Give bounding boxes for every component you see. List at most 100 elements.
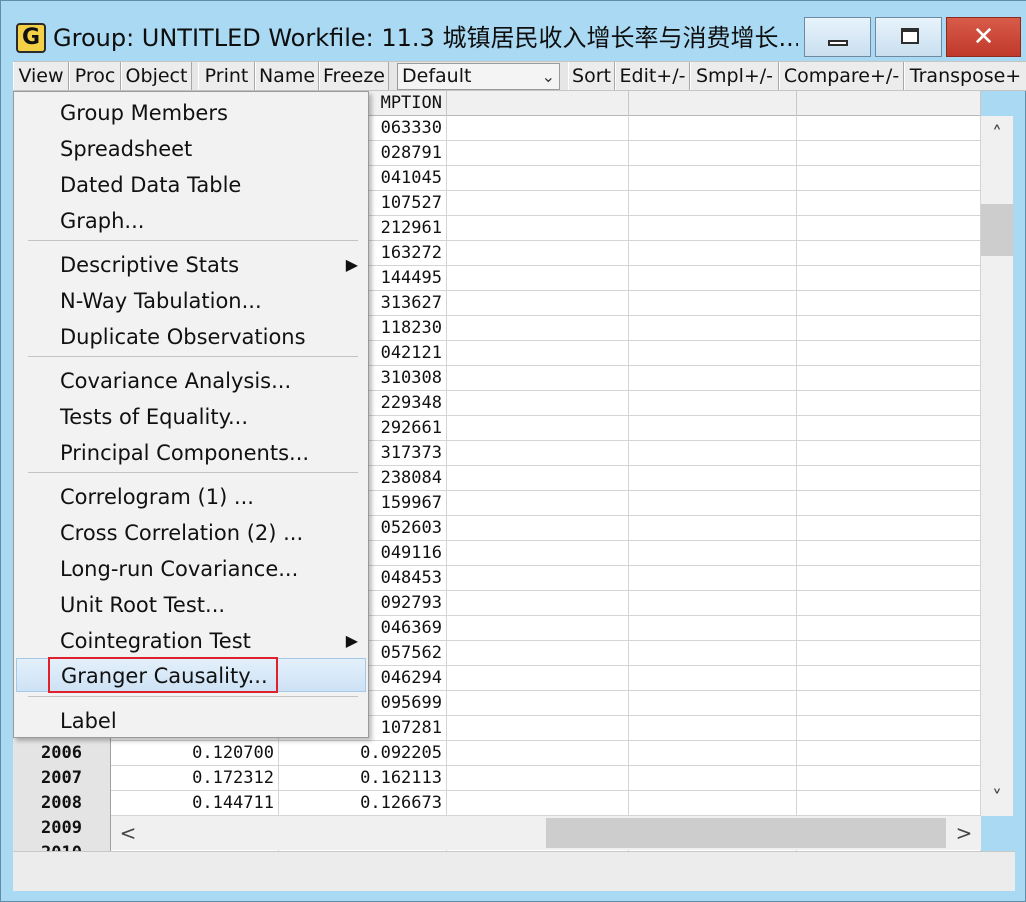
table-cell[interactable] bbox=[447, 391, 629, 416]
table-cell[interactable] bbox=[797, 391, 981, 416]
table-cell[interactable] bbox=[629, 416, 797, 441]
row-header[interactable]: 2009 bbox=[13, 816, 111, 841]
menu-item-descriptive-stats[interactable]: Descriptive Stats ▶ bbox=[16, 248, 366, 282]
table-cell[interactable] bbox=[797, 191, 981, 216]
row-header[interactable]: 2008 bbox=[13, 791, 111, 816]
table-cell[interactable] bbox=[447, 541, 629, 566]
table-cell[interactable]: 0.144711 bbox=[111, 791, 279, 816]
table-cell[interactable] bbox=[797, 691, 981, 716]
print-button[interactable]: Print bbox=[198, 62, 255, 90]
scroll-up-icon[interactable]: ˄ bbox=[981, 116, 1013, 152]
scroll-left-icon[interactable]: < bbox=[111, 816, 145, 850]
table-cell[interactable] bbox=[629, 791, 797, 816]
table-cell[interactable] bbox=[629, 141, 797, 166]
menu-item-cointegration-test[interactable]: Cointegration Test ▶ bbox=[16, 624, 366, 658]
table-cell[interactable] bbox=[447, 491, 629, 516]
table-cell[interactable] bbox=[629, 166, 797, 191]
title-bar[interactable]: G Group: UNTITLED Workfile: 11.3 城镇居民收入增… bbox=[1, 1, 1026, 61]
menu-item-duplicate-observations[interactable]: Duplicate Observations bbox=[16, 320, 366, 354]
table-cell[interactable] bbox=[629, 691, 797, 716]
table-cell[interactable] bbox=[797, 216, 981, 241]
table-cell[interactable] bbox=[447, 191, 629, 216]
minimize-button[interactable] bbox=[804, 17, 871, 57]
horizontal-scrollbar[interactable]: < > bbox=[111, 816, 981, 850]
table-cell[interactable] bbox=[797, 791, 981, 816]
smpl-toggle-button[interactable]: Smpl+/- bbox=[690, 62, 779, 90]
column-header-5[interactable] bbox=[797, 91, 981, 116]
table-cell[interactable] bbox=[797, 666, 981, 691]
vertical-scroll-thumb[interactable] bbox=[981, 204, 1013, 256]
menu-item-graph[interactable]: Graph... bbox=[16, 204, 366, 238]
table-cell[interactable] bbox=[629, 116, 797, 141]
table-cell[interactable] bbox=[797, 241, 981, 266]
view-button[interactable]: View bbox=[13, 62, 69, 90]
table-cell[interactable] bbox=[629, 216, 797, 241]
menu-item-group-members[interactable]: Group Members bbox=[16, 96, 366, 130]
column-header-3[interactable] bbox=[447, 91, 629, 116]
table-cell[interactable] bbox=[447, 341, 629, 366]
table-cell[interactable] bbox=[629, 466, 797, 491]
row-header[interactable]: 2010 bbox=[13, 841, 111, 851]
table-cell[interactable]: 0.172312 bbox=[111, 766, 279, 791]
proc-button[interactable]: Proc bbox=[69, 62, 121, 90]
table-cell[interactable] bbox=[629, 666, 797, 691]
table-cell[interactable] bbox=[629, 491, 797, 516]
close-button[interactable]: ✕ bbox=[946, 17, 1021, 57]
table-cell[interactable] bbox=[447, 266, 629, 291]
table-cell[interactable] bbox=[629, 591, 797, 616]
table-cell[interactable] bbox=[447, 516, 629, 541]
table-cell[interactable] bbox=[629, 191, 797, 216]
menu-item-tests-of-equality[interactable]: Tests of Equality... bbox=[16, 400, 366, 434]
table-cell[interactable] bbox=[447, 316, 629, 341]
table-cell[interactable] bbox=[447, 141, 629, 166]
table-cell[interactable] bbox=[629, 741, 797, 766]
table-cell[interactable] bbox=[447, 741, 629, 766]
table-cell[interactable] bbox=[797, 291, 981, 316]
table-cell[interactable] bbox=[797, 716, 981, 741]
table-cell[interactable] bbox=[797, 441, 981, 466]
table-cell[interactable] bbox=[629, 641, 797, 666]
table-cell[interactable] bbox=[629, 291, 797, 316]
row-header[interactable]: 2006 bbox=[13, 741, 111, 766]
table-cell[interactable] bbox=[447, 466, 629, 491]
table-cell[interactable] bbox=[797, 366, 981, 391]
table-cell[interactable] bbox=[447, 441, 629, 466]
table-cell[interactable] bbox=[447, 791, 629, 816]
menu-item-spreadsheet[interactable]: Spreadsheet bbox=[16, 132, 366, 166]
table-cell[interactable] bbox=[797, 766, 981, 791]
menu-item-correlogram[interactable]: Correlogram (1) ... bbox=[16, 480, 366, 514]
table-cell[interactable]: 0.126673 bbox=[279, 791, 447, 816]
row-header[interactable]: 2007 bbox=[13, 766, 111, 791]
table-cell[interactable] bbox=[447, 416, 629, 441]
table-cell[interactable] bbox=[447, 591, 629, 616]
table-cell[interactable] bbox=[629, 241, 797, 266]
table-cell[interactable] bbox=[797, 541, 981, 566]
table-cell[interactable] bbox=[447, 691, 629, 716]
vertical-scrollbar[interactable]: ˄ ˅ bbox=[981, 116, 1013, 816]
table-cell[interactable] bbox=[447, 291, 629, 316]
table-cell[interactable] bbox=[447, 766, 629, 791]
table-cell[interactable] bbox=[447, 116, 629, 141]
table-cell[interactable] bbox=[797, 741, 981, 766]
table-cell[interactable] bbox=[629, 341, 797, 366]
transpose-toggle-button[interactable]: Transpose+ bbox=[904, 62, 1026, 90]
table-cell[interactable] bbox=[447, 166, 629, 191]
menu-item-principal-components[interactable]: Principal Components... bbox=[16, 436, 366, 470]
menu-item-covariance-analysis[interactable]: Covariance Analysis... bbox=[16, 364, 366, 398]
table-cell[interactable] bbox=[447, 716, 629, 741]
table-cell[interactable] bbox=[797, 466, 981, 491]
table-cell[interactable] bbox=[797, 616, 981, 641]
table-cell[interactable] bbox=[447, 616, 629, 641]
table-cell[interactable] bbox=[797, 166, 981, 191]
display-format-select[interactable]: Default ⌄ bbox=[397, 63, 560, 90]
table-cell[interactable] bbox=[629, 366, 797, 391]
name-button[interactable]: Name bbox=[255, 62, 319, 90]
table-cell[interactable] bbox=[629, 766, 797, 791]
table-cell[interactable] bbox=[797, 641, 981, 666]
maximize-button[interactable] bbox=[875, 17, 942, 57]
freeze-button[interactable]: Freeze bbox=[319, 62, 389, 90]
menu-item-dated-data-table[interactable]: Dated Data Table bbox=[16, 168, 366, 202]
table-cell[interactable] bbox=[447, 566, 629, 591]
table-cell[interactable] bbox=[629, 541, 797, 566]
table-cell[interactable] bbox=[797, 266, 981, 291]
